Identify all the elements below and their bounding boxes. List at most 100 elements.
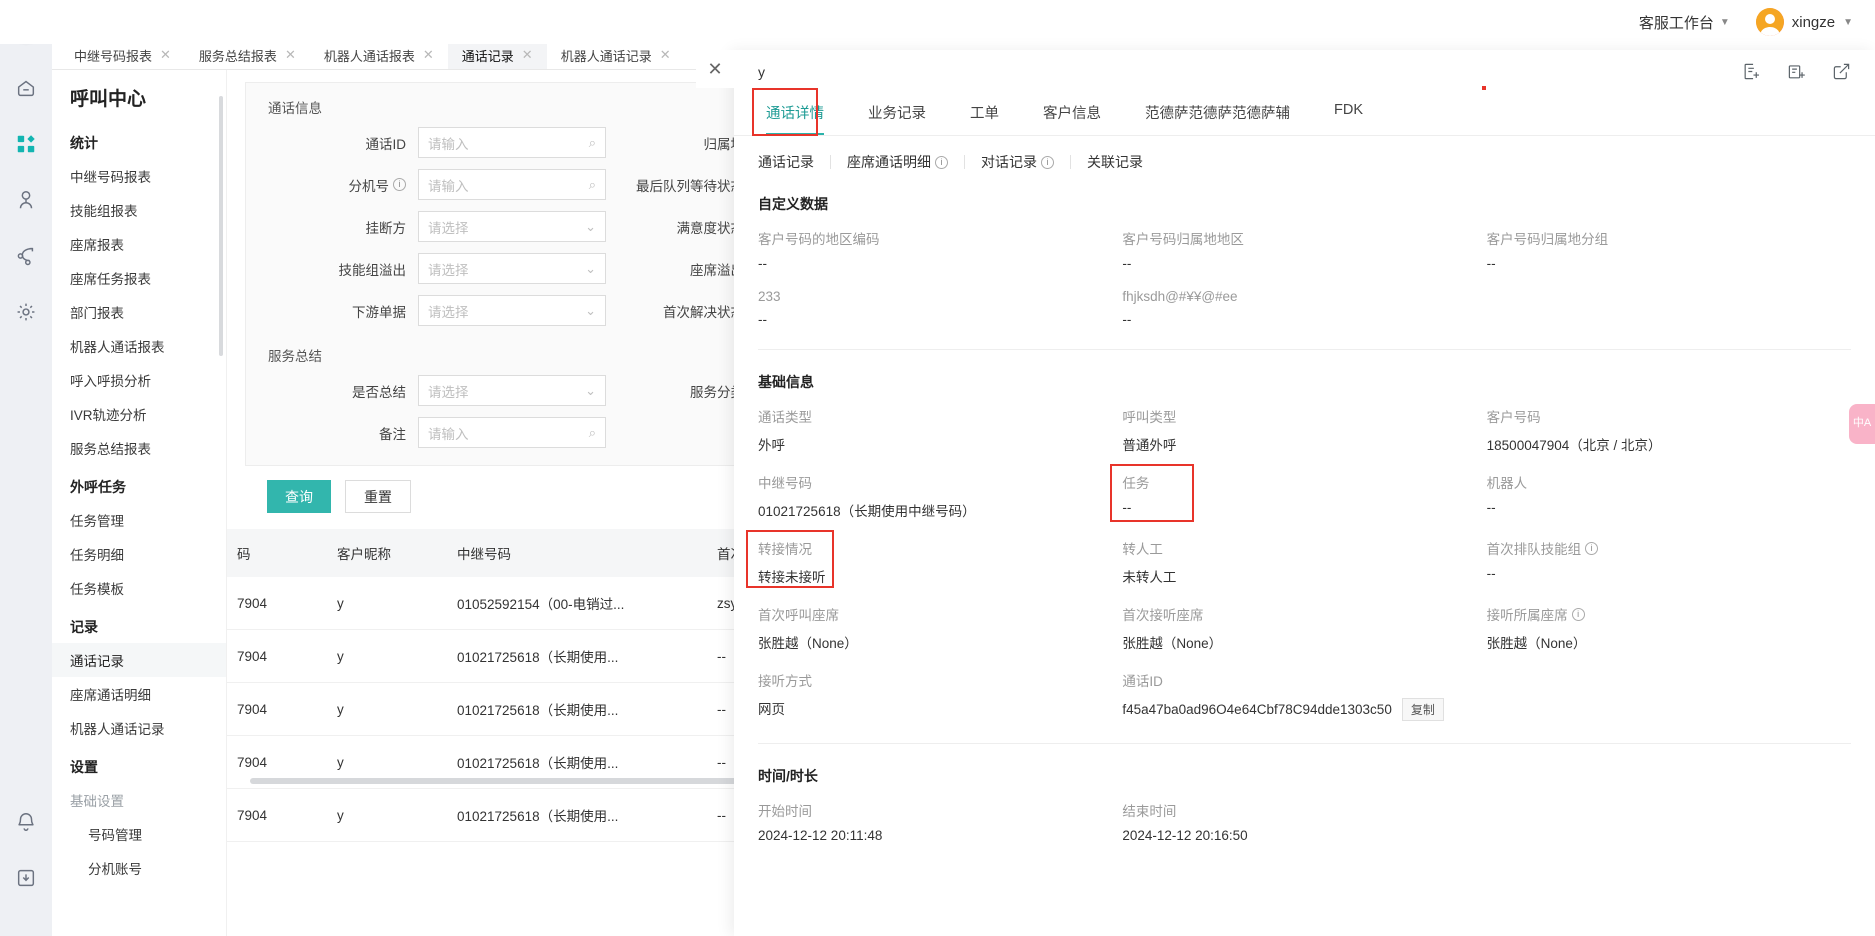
- tab-custom-4[interactable]: 范德萨范德萨范德萨辅: [1123, 96, 1312, 135]
- sidebar-item-skill-report[interactable]: 技能组报表: [52, 193, 226, 227]
- filter-label: 是否总结: [352, 384, 406, 400]
- select-placeholder: 请选择: [428, 262, 469, 278]
- home-icon[interactable]: [6, 68, 46, 108]
- user-icon[interactable]: [6, 180, 46, 220]
- reset-button[interactable]: 重置: [345, 480, 411, 513]
- sidebar-item-task-template[interactable]: 任务模板: [52, 571, 226, 605]
- field-label: 首次呼叫座席: [758, 608, 839, 623]
- custom-data-grid: 客户号码的地区编码 -- 客户号码归属地地区 -- 客户号码归属地分组 -- 2…: [758, 228, 1851, 327]
- subtab-conversation-record[interactable]: 对话记录 i: [965, 152, 1070, 172]
- close-icon[interactable]: ✕: [423, 47, 434, 63]
- sidebar-item-ivr-path-analysis[interactable]: IVR轨迹分析: [52, 397, 226, 431]
- tab-fdk[interactable]: FDK: [1312, 96, 1385, 135]
- close-icon[interactable]: ✕: [696, 50, 734, 88]
- sidebar-item-dept-report[interactable]: 部门报表: [52, 295, 226, 329]
- sidebar-item-trunk-report[interactable]: 中继号码报表: [52, 159, 226, 193]
- tab-call-detail[interactable]: 通话详情: [758, 96, 846, 135]
- sidebar-item-inbound-loss-analysis[interactable]: 呼入呼损分析: [52, 363, 226, 397]
- sidebar-item-agent-report[interactable]: 座席报表: [52, 227, 226, 261]
- extension-input[interactable]: 请输入 ⌕: [418, 169, 606, 200]
- bell-icon[interactable]: [6, 802, 46, 842]
- sidebar-item-agent-call-detail[interactable]: 座席通话明细: [52, 677, 226, 711]
- user-menu[interactable]: xingze ▼: [1755, 8, 1853, 36]
- tab-1[interactable]: 服务总结报表 ✕: [185, 41, 310, 69]
- tab-customer-info[interactable]: 客户信息: [1021, 96, 1123, 135]
- external-link-icon[interactable]: [1832, 62, 1851, 81]
- is-summarized-select[interactable]: 请选择 ⌄: [418, 375, 606, 406]
- sidebar-item-call-records[interactable]: 通话记录: [52, 643, 226, 677]
- field-customer-number: 客户号码 18500047904（北京 / 北京）: [1487, 406, 1851, 454]
- sidebar-item-task-detail[interactable]: 任务明细: [52, 537, 226, 571]
- custom-data-section: 自定义数据 客户号码的地区编码 -- 客户号码归属地地区 -- 客户号码归属地分…: [734, 194, 1875, 350]
- sidebar-item-basic-settings[interactable]: 基础设置: [52, 783, 226, 817]
- copy-button[interactable]: 复制: [1401, 698, 1444, 721]
- close-icon[interactable]: ✕: [660, 47, 671, 63]
- select-placeholder: 请选择: [428, 384, 469, 400]
- skill-overflow-select[interactable]: 请选择 ⌄: [418, 253, 606, 284]
- close-icon[interactable]: ✕: [522, 47, 533, 63]
- cell-number: 7904: [227, 682, 327, 736]
- field-value: 张胜越（None）: [758, 636, 858, 651]
- sidebar-item-service-summary-report[interactable]: 服务总结报表: [52, 431, 226, 465]
- field-label: 任务: [1122, 476, 1150, 491]
- field-custom-empty: [1487, 289, 1851, 327]
- field-start-time: 开始时间 2024-12-12 20:11:48: [758, 800, 1122, 843]
- tab-ticket[interactable]: 工单: [948, 96, 1021, 135]
- sidebar-item-extension-account[interactable]: 分机账号: [52, 851, 226, 885]
- field-label: 233: [758, 289, 781, 304]
- field-value: --: [1122, 312, 1132, 327]
- hangup-party-select[interactable]: 请选择 ⌄: [418, 211, 606, 242]
- table-column-header[interactable]: 中继号码: [447, 529, 707, 577]
- field-value: 未转人工: [1122, 570, 1177, 585]
- avatar: [1755, 8, 1784, 36]
- remark-input[interactable]: 请输入 ⌕: [418, 417, 606, 448]
- subtab-related-record[interactable]: 关联记录: [1071, 152, 1159, 172]
- table-column-header[interactable]: 码: [227, 529, 327, 577]
- tab-business-record[interactable]: 业务记录: [846, 96, 948, 135]
- cell-number: 7904: [227, 577, 327, 630]
- sidebar-item-robot-call-records[interactable]: 机器人通话记录: [52, 711, 226, 745]
- field-label: 接听方式: [758, 674, 812, 689]
- cell-number: 7904: [227, 629, 327, 683]
- info-icon[interactable]: i: [1585, 541, 1599, 555]
- flow-icon[interactable]: [6, 236, 46, 276]
- sidebar-scrollbar[interactable]: [219, 96, 223, 356]
- nav-group-label: 外呼任务: [70, 479, 126, 495]
- close-icon[interactable]: ✕: [160, 47, 171, 63]
- field-label: 通话ID: [1122, 674, 1163, 689]
- apps-icon[interactable]: [6, 124, 46, 164]
- tab-0[interactable]: 中继号码报表 ✕: [60, 41, 185, 69]
- ticket-add-icon[interactable]: [1787, 62, 1806, 81]
- field-answer-owner-agent: 接听所属座席 i 张胜越（None）: [1487, 604, 1851, 652]
- call-id-input[interactable]: 请输入 ⌕: [418, 127, 606, 158]
- tab-2[interactable]: 机器人通话报表 ✕: [310, 41, 448, 69]
- subtab-agent-call-detail[interactable]: 座席通话明细 i: [831, 152, 964, 172]
- subtab-call-record[interactable]: 通话记录: [758, 152, 830, 172]
- info-icon[interactable]: i: [1041, 155, 1054, 169]
- sidebar-item-robot-call-report[interactable]: 机器人通话报表: [52, 329, 226, 363]
- note-add-icon[interactable]: [1742, 62, 1761, 81]
- filter-label: 备注: [379, 426, 406, 442]
- gear-icon[interactable]: [6, 292, 46, 332]
- sidebar-item-number-manage[interactable]: 号码管理: [52, 817, 226, 851]
- table-column-header[interactable]: 客户昵称: [327, 529, 447, 577]
- downstream-doc-select[interactable]: 请选择 ⌄: [418, 295, 606, 326]
- field-value: 张胜越（None）: [1486, 636, 1587, 651]
- workbench-label: 客服工作台: [1638, 14, 1714, 32]
- sidebar-item-task-manage[interactable]: 任务管理: [52, 503, 226, 537]
- field-value: --: [1122, 256, 1132, 271]
- field-transfer-status: 转接情况 转接未接听: [746, 530, 1122, 588]
- workbench-menu[interactable]: 客服工作台 ▼: [1639, 12, 1730, 33]
- sidebar-item-agent-task-report[interactable]: 座席任务报表: [52, 261, 226, 295]
- field-label: 首次接听座席: [1122, 608, 1204, 623]
- search-button[interactable]: 查询: [267, 480, 331, 513]
- language-toggle[interactable]: 中A: [1849, 404, 1875, 444]
- info-icon[interactable]: i: [935, 155, 948, 169]
- info-icon[interactable]: i: [1571, 607, 1585, 621]
- download-icon[interactable]: [6, 858, 46, 898]
- tab-3[interactable]: 通话记录 ✕: [447, 41, 547, 69]
- field-home-region: 客户号码归属地地区 --: [1122, 228, 1486, 271]
- tab-4[interactable]: 机器人通话记录 ✕: [547, 41, 685, 69]
- info-icon[interactable]: i: [393, 178, 406, 191]
- close-icon[interactable]: ✕: [285, 47, 296, 63]
